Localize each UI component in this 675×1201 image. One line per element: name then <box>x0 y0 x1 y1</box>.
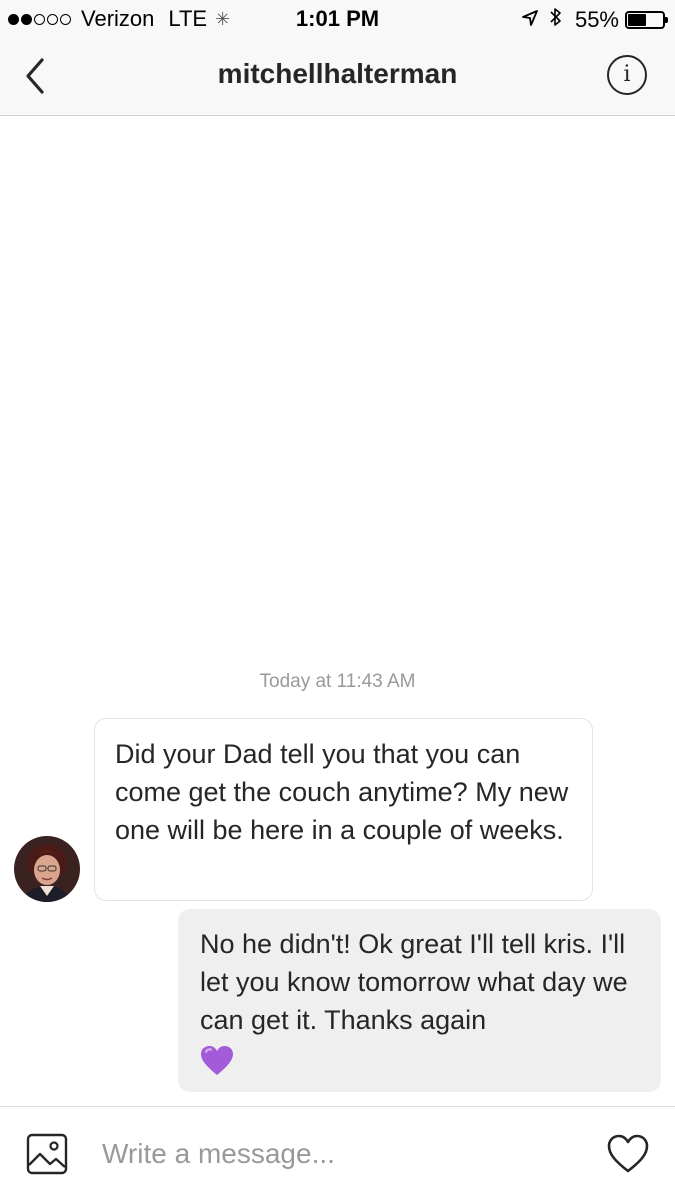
like-button[interactable] <box>607 1134 649 1174</box>
message-timestamp: Today at 11:43 AM <box>259 671 416 692</box>
info-icon: i <box>623 62 631 87</box>
purple-heart-icon <box>200 1045 234 1077</box>
status-bar: Verizon LTE ✳ 1:01 PM 55% <box>0 0 675 36</box>
message-text: No he didn't! Ok great I'll tell kris. I… <box>200 929 628 1035</box>
message-text: Did your Dad tell you that you can come … <box>115 739 569 845</box>
status-right: 55% <box>521 6 668 34</box>
location-arrow-icon <box>521 7 539 33</box>
page-title[interactable]: mitchellhalterman <box>0 58 675 90</box>
avatar[interactable] <box>14 836 80 902</box>
outgoing-message-bubble[interactable]: No he didn't! Ok great I'll tell kris. I… <box>178 909 661 1092</box>
battery-percent: 55% <box>574 7 619 32</box>
message-composer <box>0 1106 675 1201</box>
info-button[interactable]: i <box>607 55 647 95</box>
heart-icon <box>607 1134 649 1173</box>
incoming-message-bubble[interactable]: Did your Dad tell you that you can come … <box>94 718 593 901</box>
message-input[interactable] <box>102 1129 572 1179</box>
image-icon <box>26 1133 68 1175</box>
battery-icon <box>625 11 668 29</box>
gallery-button[interactable] <box>26 1133 68 1175</box>
conversation-header: mitchellhalterman i <box>0 36 675 116</box>
bluetooth-icon <box>549 6 563 34</box>
